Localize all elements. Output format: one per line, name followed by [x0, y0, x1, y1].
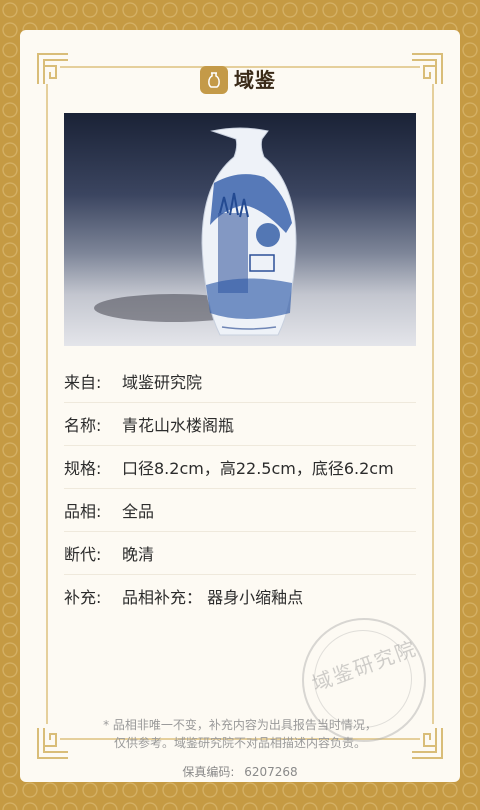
brand-name: 域鉴: [234, 68, 276, 92]
vase-photo: [64, 113, 416, 346]
detail-value: 晚清: [122, 545, 155, 564]
authenticity-code: 保真编码: 6207268: [64, 763, 416, 780]
left-border-line: [46, 84, 48, 724]
corner-ornament-icon: [36, 52, 70, 86]
detail-value: 域鉴研究院: [122, 373, 203, 392]
brand-logo: 域鉴: [200, 66, 276, 94]
right-border-line: [432, 84, 434, 724]
detail-key: 补充:: [64, 588, 102, 607]
list-item: 补充: 品相补充： 器身小缩釉点: [64, 575, 416, 617]
detail-value: 青花山水楼阁瓶: [122, 416, 235, 435]
list-item: 名称: 青花山水楼阁瓶: [64, 403, 416, 446]
detail-list: 来自: 域鉴研究院 名称: 青花山水楼阁瓶 规格: 口径8.2cm，高22.5c…: [64, 360, 416, 617]
detail-value: 口径8.2cm，高22.5cm，底径6.2cm: [122, 459, 394, 478]
list-item: 来自: 域鉴研究院: [64, 360, 416, 403]
detail-value: 品相补充： 器身小缩釉点: [122, 588, 304, 607]
detail-value: 全品: [122, 502, 155, 521]
serial-label: 保真编码:: [182, 765, 235, 779]
list-item: 规格: 口径8.2cm，高22.5cm，底径6.2cm: [64, 446, 416, 489]
detail-key: 品相:: [64, 502, 102, 521]
corner-ornament-icon: [410, 52, 444, 86]
certificate-card: 域鉴 来自: 域鉴研究院 名称: 青花山水楼阁瓶 规格: 口径8.2cm，高22: [20, 30, 460, 782]
list-item: 断代: 晚清: [64, 532, 416, 575]
detail-key: 名称:: [64, 416, 102, 435]
disclaimer-note: * 品相非唯一不变，补充内容为出具报告当时情况， 仅供参考。域鉴研究院不对品相描…: [64, 716, 416, 752]
detail-key: 来自:: [64, 373, 102, 392]
detail-key: 断代:: [64, 545, 102, 564]
list-item: 品相: 全品: [64, 489, 416, 532]
disclaimer-line-2: 仅供参考。域鉴研究院不对品相描述内容负责。: [113, 736, 366, 750]
serial-value: 6207268: [244, 765, 298, 779]
detail-key: 规格:: [64, 459, 102, 478]
disclaimer-line-1: * 品相非唯一不变，补充内容为出具报告当时情况，: [103, 718, 377, 732]
vase-logo-icon: [200, 66, 228, 94]
